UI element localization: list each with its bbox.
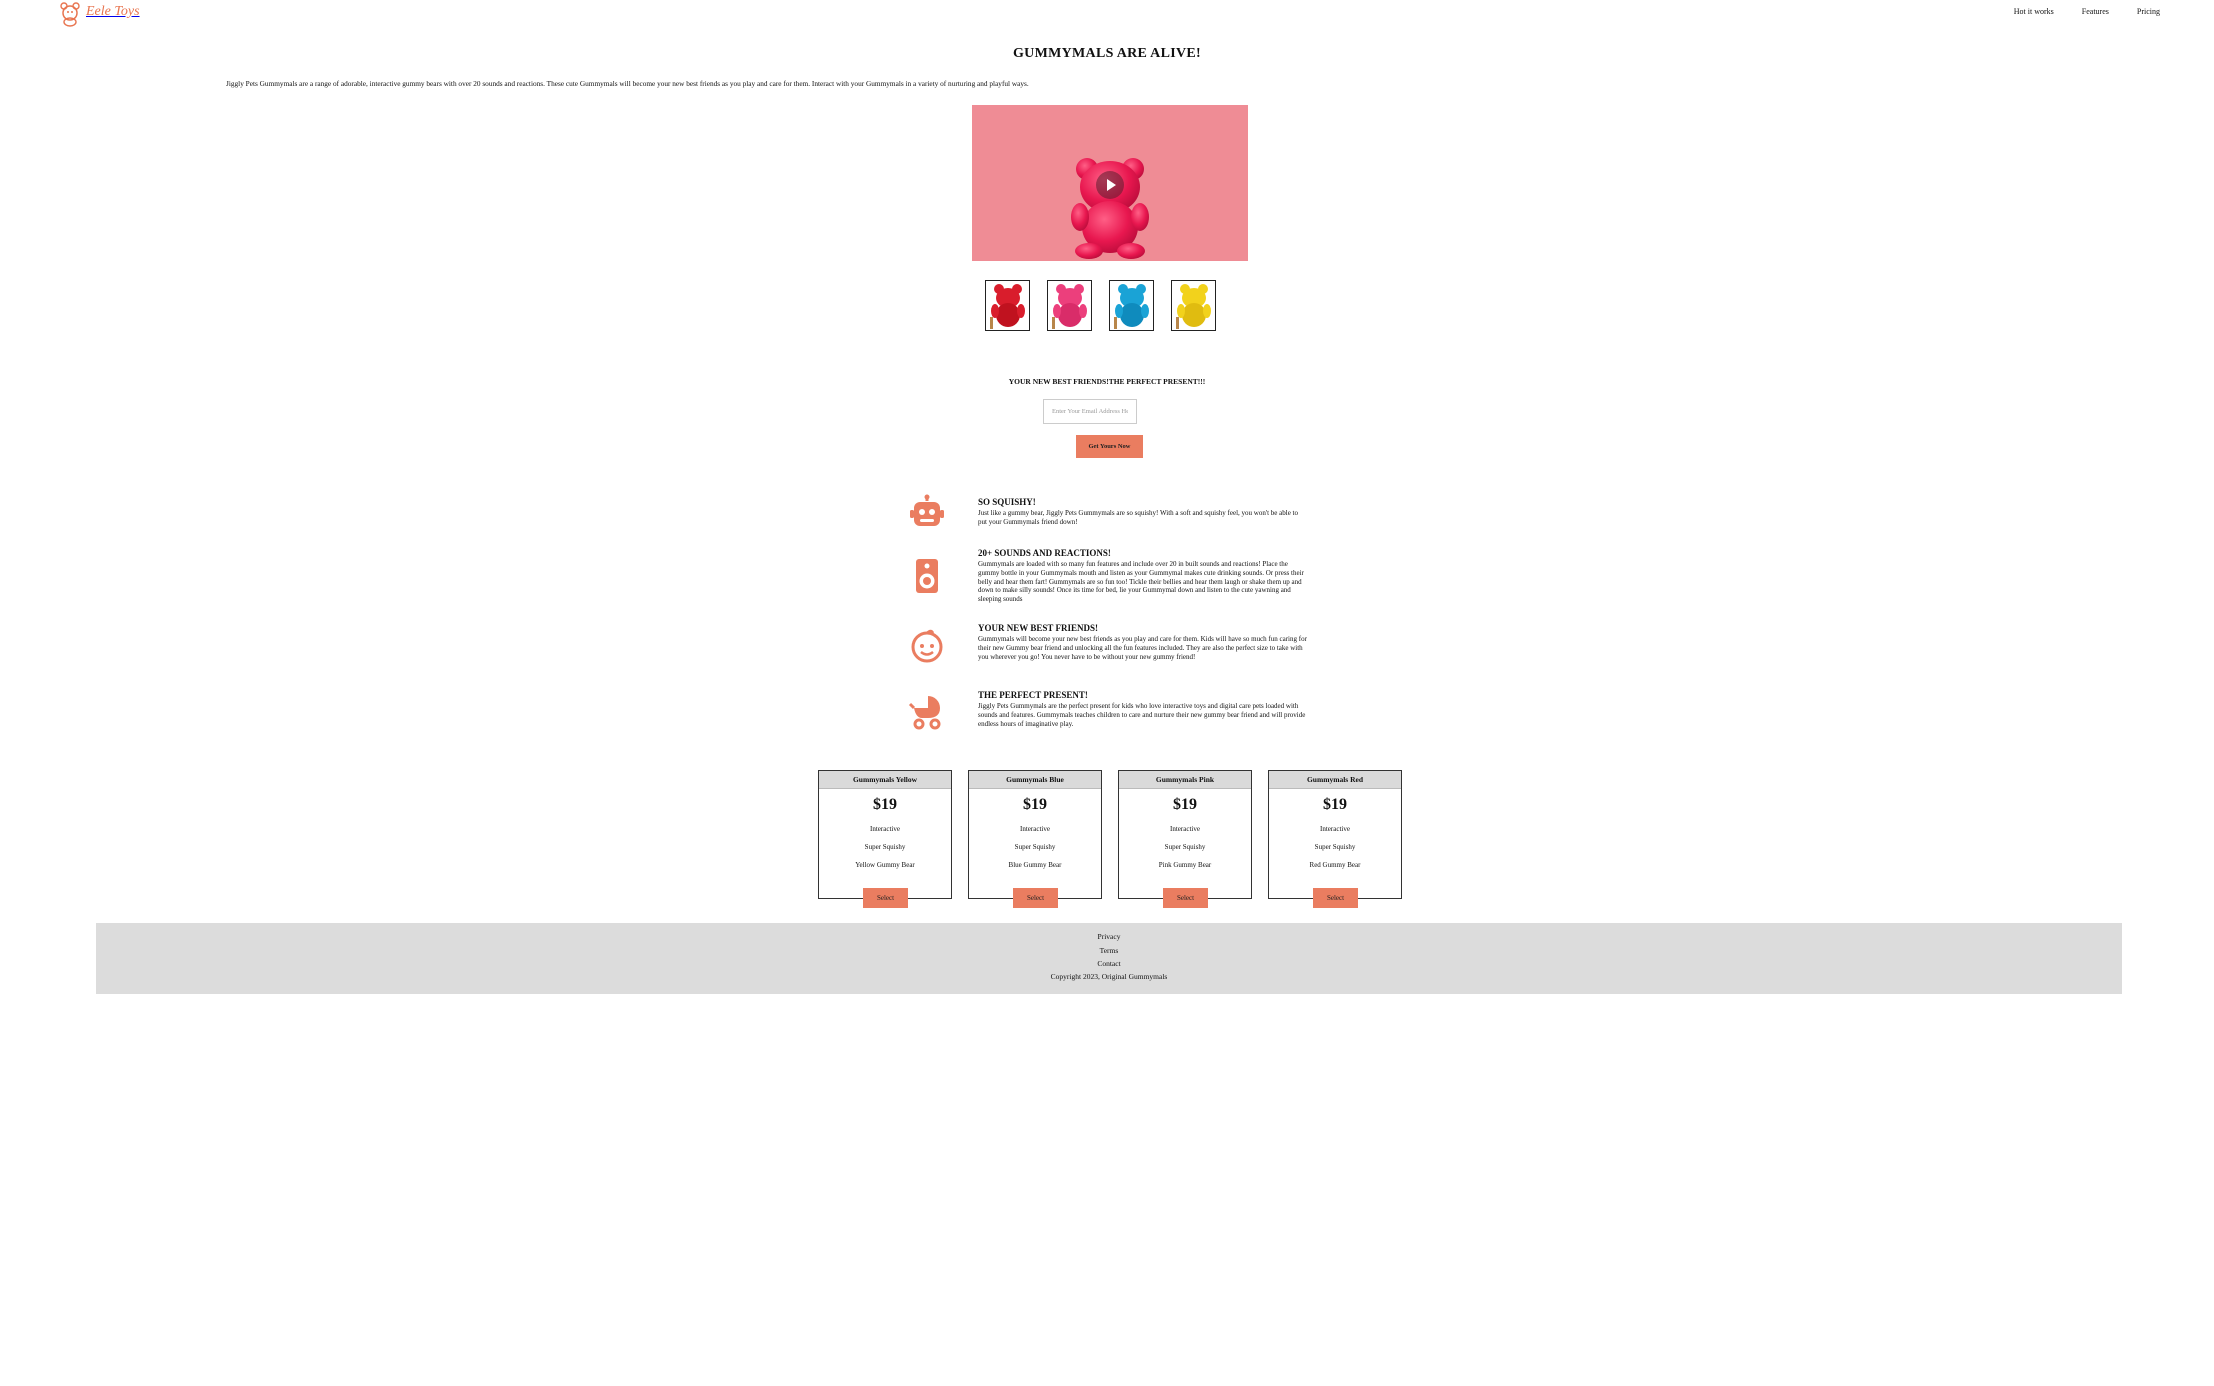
- pricing-feature: Super Squishy: [1164, 843, 1206, 851]
- pricing-card-features: Interactive Super Squishy Red Gummy Bear: [1269, 820, 1401, 874]
- pricing-feature: Super Squishy: [864, 843, 906, 851]
- pricing-card-features: Interactive Super Squishy Blue Gummy Bea…: [969, 820, 1101, 874]
- site-footer: Privacy Terms Contact Copyright 2023, Or…: [96, 923, 2122, 994]
- select-blue-button[interactable]: Select: [1013, 888, 1058, 908]
- pricing-card-price: $19: [1023, 796, 1047, 813]
- thumbnail-pink-bear[interactable]: [1047, 280, 1092, 331]
- feature-new-best-friends: YOUR NEW BEST FRIENDS! Gummymals will be…: [978, 623, 1308, 661]
- feature-sounds-and-reactions: 20+ SOUNDS AND REACTIONS! Gummymals are …: [978, 548, 1308, 604]
- signup-heading: YOUR NEW BEST FRIENDS!THE PERFECT PRESEN…: [1008, 377, 1206, 386]
- pricing-card-yellow: Gummymals Yellow $19 Interactive Super S…: [818, 770, 952, 908]
- baby-face-icon: [911, 629, 943, 663]
- brand-logo[interactable]: Eele Toys: [56, 0, 140, 28]
- pricing-card-title: Gummymals Pink: [1119, 771, 1251, 789]
- nav-link-pricing[interactable]: Pricing: [2137, 7, 2160, 16]
- email-input[interactable]: [1043, 399, 1137, 424]
- pink-bear-icon: [1052, 284, 1087, 329]
- thumbnail-yellow-bear[interactable]: [1171, 280, 1216, 331]
- pricing-card-features: Interactive Super Squishy Pink Gummy Bea…: [1119, 820, 1251, 874]
- pricing-card-price: $19: [1173, 796, 1197, 813]
- pricing-feature: Interactive: [1170, 825, 1200, 833]
- feature-text: Jiggly Pets Gummymals are the perfect pr…: [978, 702, 1306, 728]
- select-yellow-button[interactable]: Select: [863, 888, 908, 908]
- play-button[interactable]: [1096, 171, 1124, 199]
- pricing-card-price: $19: [873, 796, 897, 813]
- feature-so-squishy: SO SQUISHY! Just like a gummy bear, Jigg…: [978, 497, 1308, 527]
- feature-text: Just like a gummy bear, Jiggly Pets Gumm…: [978, 509, 1299, 526]
- pricing-card-blue: Gummymals Blue $19 Interactive Super Squ…: [968, 770, 1102, 908]
- pricing-feature: Interactive: [870, 825, 900, 833]
- copyright-text: Copyright 2023, Original Gummymals: [1050, 972, 1168, 981]
- feature-title: YOUR NEW BEST FRIENDS!: [978, 623, 1098, 633]
- footer-link-terms[interactable]: Terms: [96, 946, 2122, 955]
- thumbnail-blue-bear[interactable]: [1109, 280, 1154, 331]
- site-header: Eele Toys Hot it works Features Pricing: [0, 0, 2214, 30]
- pricing-card-red: Gummymals Red $19 Interactive Super Squi…: [1268, 770, 1402, 908]
- product-video[interactable]: [972, 105, 1248, 261]
- footer-link-contact[interactable]: Contact: [96, 959, 2122, 968]
- red-bear-icon: [990, 284, 1025, 329]
- footer-link-privacy[interactable]: Privacy: [96, 932, 2122, 941]
- pricing-card-pink: Gummymals Pink $19 Interactive Super Squ…: [1118, 770, 1252, 908]
- select-red-button[interactable]: Select: [1313, 888, 1358, 908]
- pricing-feature: Super Squishy: [1014, 843, 1056, 851]
- feature-title: SO SQUISHY!: [978, 497, 1036, 507]
- robot-icon: [910, 494, 944, 526]
- top-nav: Hot it works Features Pricing: [1986, 7, 2160, 16]
- page-title: GUMMYMALS ARE ALIVE!: [1012, 46, 1201, 61]
- get-yours-now-button[interactable]: Get Yours Now: [1076, 435, 1143, 458]
- nav-link-how-it-works[interactable]: Hot it works: [2014, 7, 2054, 16]
- pricing-card-title: Gummymals Red: [1269, 771, 1401, 789]
- pricing-card-title: Gummymals Yellow: [819, 771, 951, 789]
- feature-text: Gummymals are loaded with so many fun fe…: [978, 560, 1304, 604]
- feature-perfect-present: THE PERFECT PRESENT! Jiggly Pets Gummyma…: [978, 690, 1308, 728]
- thumbnail-strip: [985, 280, 1233, 331]
- pricing-feature: Interactive: [1020, 825, 1050, 833]
- pricing-card-title: Gummymals Blue: [969, 771, 1101, 789]
- select-pink-button[interactable]: Select: [1163, 888, 1208, 908]
- pricing-feature: Blue Gummy Bear: [1008, 861, 1062, 869]
- pricing-card-features: Interactive Super Squishy Yellow Gummy B…: [819, 820, 951, 874]
- yellow-bear-icon: [1176, 284, 1211, 329]
- intro-text: Jiggly Pets Gummymals are a range of ado…: [226, 79, 1029, 88]
- pricing-feature: Pink Gummy Bear: [1158, 861, 1212, 869]
- teddy-bear-logo-icon: [60, 2, 80, 27]
- speaker-icon: [916, 559, 938, 593]
- pricing-feature: Super Squishy: [1314, 843, 1356, 851]
- play-icon: [1107, 179, 1116, 191]
- pricing-feature: Yellow Gummy Bear: [855, 861, 915, 869]
- feature-text: Gummymals will become your new best frie…: [978, 635, 1307, 661]
- pricing-feature: Red Gummy Bear: [1309, 861, 1361, 869]
- feature-title: THE PERFECT PRESENT!: [978, 690, 1088, 700]
- pricing-card-price: $19: [1323, 796, 1347, 813]
- thumbnail-red-bear[interactable]: [985, 280, 1030, 331]
- blue-bear-icon: [1114, 284, 1149, 329]
- stroller-icon: [908, 696, 941, 730]
- nav-link-features[interactable]: Features: [2082, 7, 2109, 16]
- feature-title: 20+ SOUNDS AND REACTIONS!: [978, 548, 1111, 558]
- brand-name: Eele Toys: [86, 4, 140, 19]
- pricing-feature: Interactive: [1320, 825, 1350, 833]
